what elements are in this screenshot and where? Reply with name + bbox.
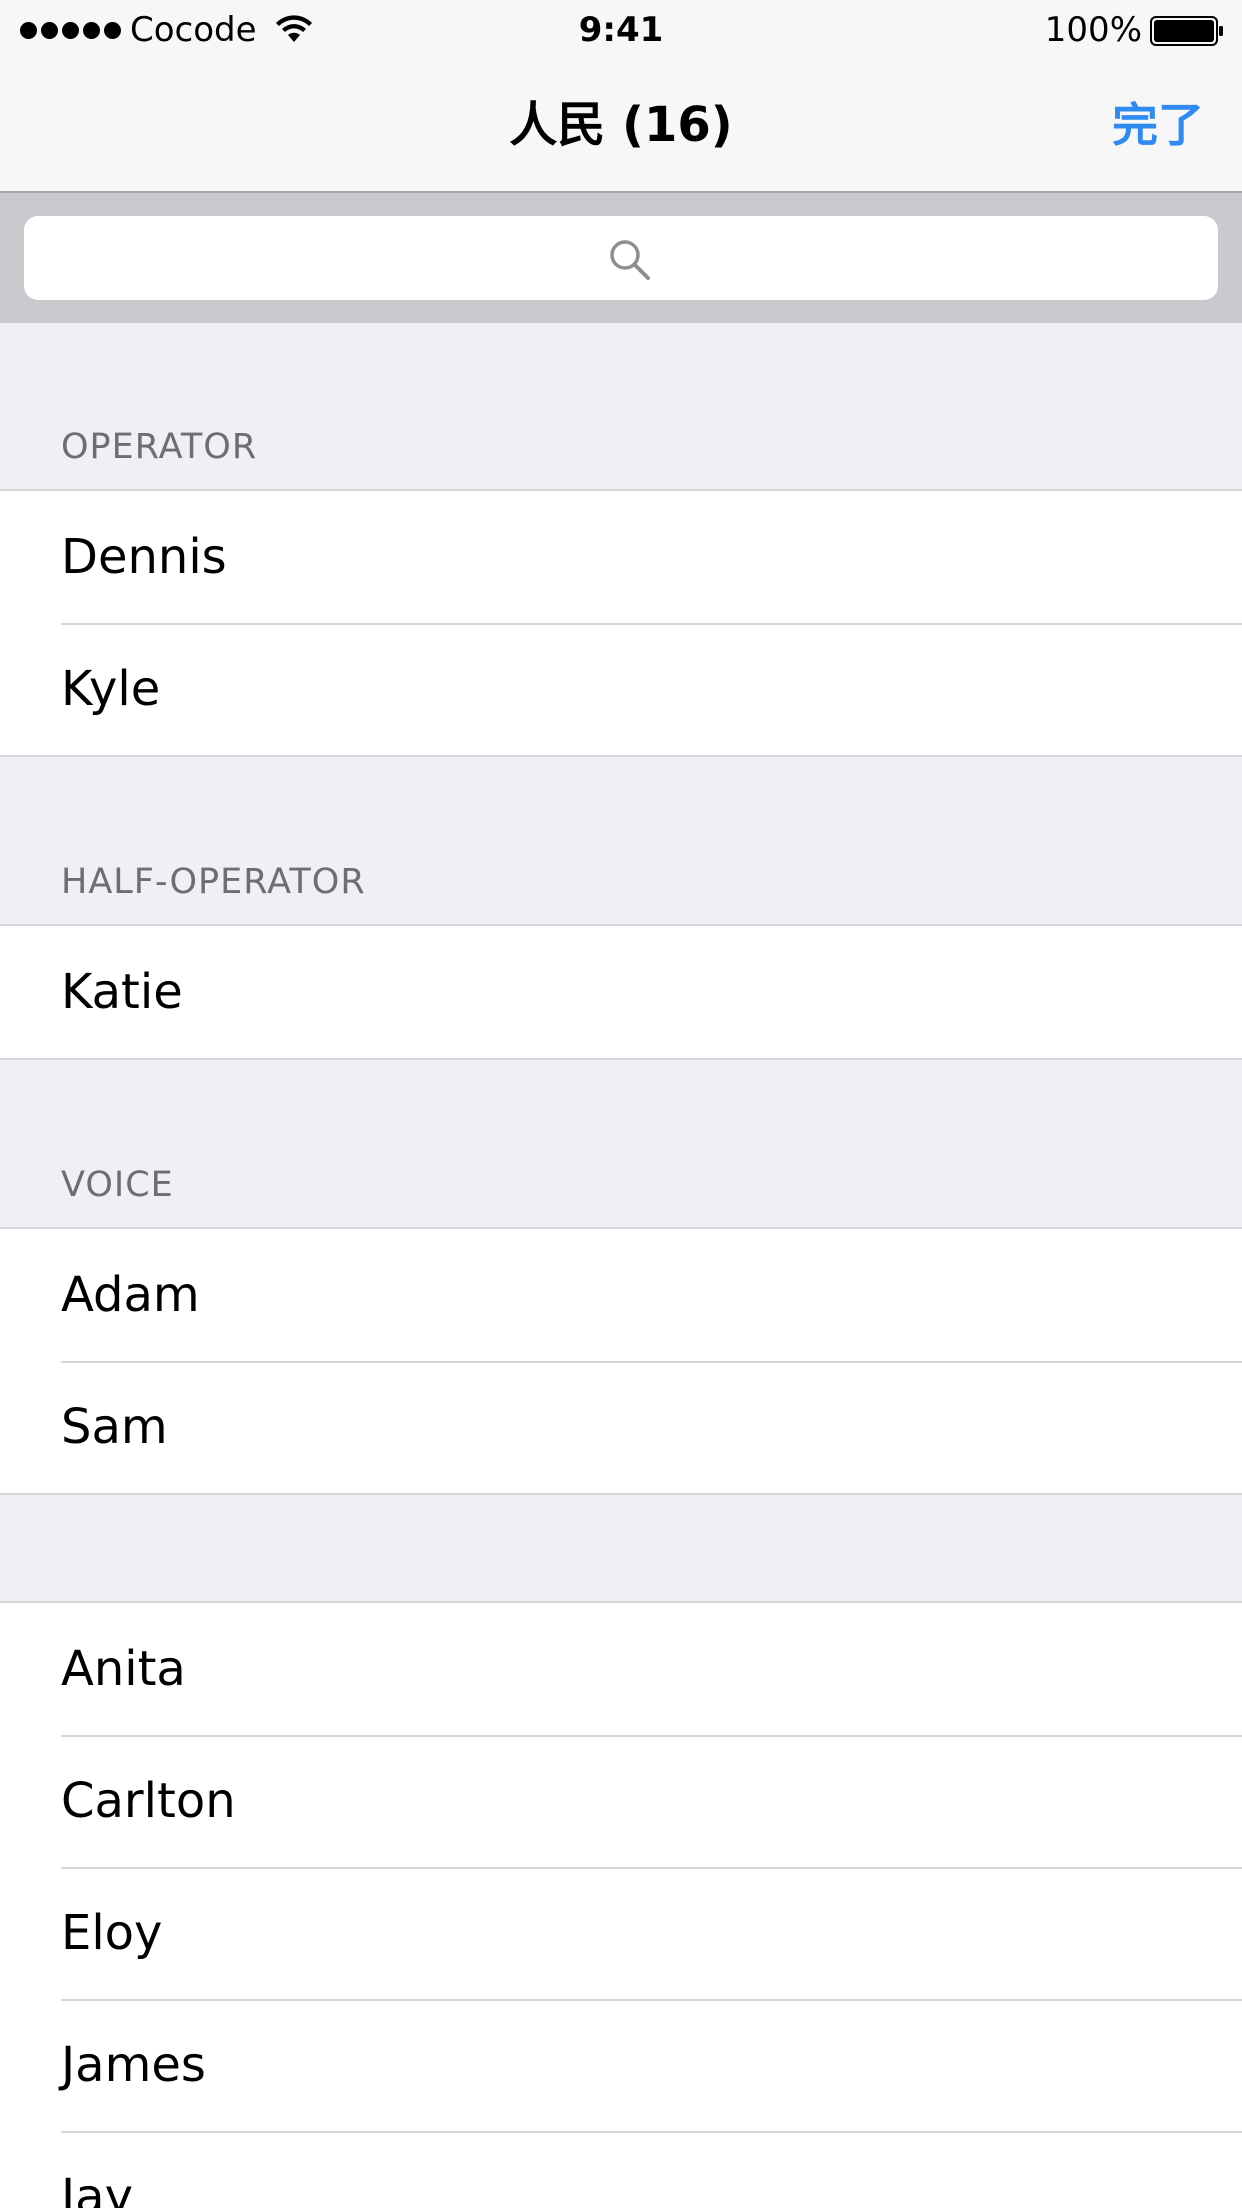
screen: Cocode 9:41 100% 人民 (16) 完了 OPERATOR Den… — [0, 0, 1242, 2208]
page-title: 人民 (16) — [509, 97, 733, 153]
member-row[interactable]: Katie — [0, 926, 1242, 1058]
member-row[interactable]: Sam — [0, 1361, 1242, 1493]
section-rows: Anita Carlton Eloy James Jay — [0, 1603, 1242, 2208]
member-row[interactable]: Dennis — [0, 491, 1242, 623]
status-bar: Cocode 9:41 100% — [0, 0, 1242, 60]
search-icon — [610, 240, 650, 280]
section-header-label: HALF-OPERATOR — [61, 862, 366, 902]
member-row[interactable]: Kyle — [0, 623, 1242, 755]
battery-icon — [1150, 16, 1223, 46]
member-name: Adam — [61, 1267, 200, 1323]
member-name: James — [61, 2037, 206, 2093]
section-header-label: OPERATOR — [61, 427, 258, 467]
search-bar — [0, 193, 1242, 323]
search-field[interactable] — [24, 216, 1222, 302]
navigation-bar: 人民 (16) 完了 — [0, 60, 1242, 193]
member-list: OPERATOR Dennis Kyle HALF-OPERATOR Katie… — [0, 323, 1242, 2208]
member-row[interactable]: James — [0, 1999, 1242, 2131]
member-name: Dennis — [61, 529, 227, 585]
done-button[interactable]: 完了 — [1112, 60, 1204, 191]
section-rows: Katie — [0, 926, 1242, 1060]
section-header: VOICE — [0, 1060, 1242, 1229]
member-row[interactable]: Eloy — [0, 1867, 1242, 1999]
member-name: Kyle — [61, 661, 161, 717]
section-header: HALF-OPERATOR — [0, 757, 1242, 926]
member-name: Anita — [61, 1641, 186, 1697]
member-name: Jay — [61, 2169, 133, 2208]
member-name: Katie — [61, 964, 183, 1020]
member-row[interactable]: Jay — [0, 2131, 1242, 2208]
section-rows: Adam Sam — [0, 1229, 1242, 1495]
section-header — [0, 1495, 1242, 1603]
member-row[interactable]: Carlton — [0, 1735, 1242, 1867]
member-row[interactable]: Adam — [0, 1229, 1242, 1361]
section-rows: Dennis Kyle — [0, 491, 1242, 757]
battery-percentage: 100% — [1044, 10, 1142, 50]
member-name: Sam — [61, 1399, 168, 1455]
member-name: Carlton — [61, 1773, 236, 1829]
member-row[interactable]: Anita — [0, 1603, 1242, 1735]
section-header: OPERATOR — [0, 323, 1242, 491]
section-header-label: VOICE — [61, 1165, 174, 1205]
member-name: Eloy — [61, 1905, 163, 1961]
